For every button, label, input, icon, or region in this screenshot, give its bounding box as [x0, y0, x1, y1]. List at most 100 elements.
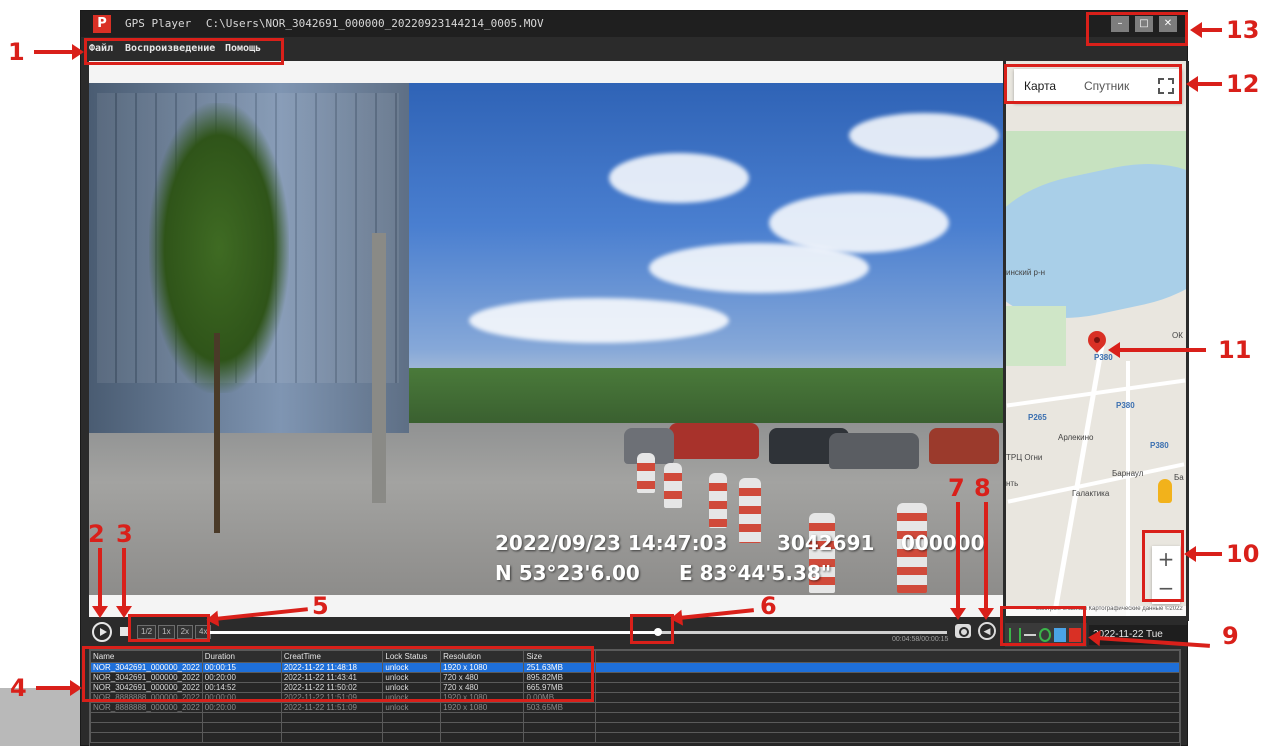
- annotation-label-5: 5: [312, 592, 329, 620]
- table-cell: 2022-11-22 11:51:09: [280, 702, 384, 713]
- table-cell-empty: [594, 692, 1180, 703]
- table-cell-empty: [440, 722, 525, 733]
- play-button[interactable]: [92, 622, 112, 642]
- table-cell-empty: [90, 732, 203, 743]
- map-label: Арлекино: [1058, 433, 1094, 442]
- table-cell-empty: [594, 702, 1180, 713]
- table-cell-empty: [594, 672, 1180, 683]
- app-logo-icon: P: [93, 15, 111, 33]
- bollard: [739, 478, 761, 543]
- seek-bar[interactable]: [207, 628, 947, 636]
- annotation-label-8: 8: [974, 474, 991, 502]
- table-cell-empty: [90, 712, 203, 723]
- app-name: GPS Player: [125, 17, 192, 30]
- annotation-arrow-8: [978, 502, 994, 620]
- annotation-arrow-11: [1108, 342, 1206, 358]
- annotation-arrow-1: [34, 44, 84, 60]
- map-label: P380: [1116, 401, 1135, 410]
- car: [829, 433, 919, 469]
- table-cell-empty: [594, 722, 1180, 733]
- annotation-label-10: 10: [1226, 540, 1260, 568]
- table-row-empty: [90, 722, 1180, 733]
- window-title: GPS Player C:\Users\NOR_3042691_000000_2…: [125, 17, 544, 30]
- annotation-label-2: 2: [88, 520, 105, 548]
- annotation-arrow-7: [950, 502, 966, 620]
- video-frame[interactable]: 2022/09/23 14:47:03 3042691 000000 N 53°…: [89, 83, 1003, 595]
- annotation-label-6: 6: [760, 592, 777, 620]
- annotation-box-12: [1004, 64, 1182, 104]
- annotation-arrow-12: [1186, 76, 1222, 92]
- annotation-box-1: [84, 38, 284, 65]
- map-road: [1052, 342, 1105, 615]
- bollard: [709, 473, 727, 528]
- pegman-icon[interactable]: [1158, 479, 1172, 503]
- table-cell-empty: [201, 722, 282, 733]
- table-cell-empty: [594, 682, 1180, 693]
- annotation-box-10: [1142, 530, 1184, 602]
- table-cell: 1920 x 1080: [440, 702, 525, 713]
- bollard: [664, 463, 682, 508]
- table-cell: 503.65MB: [523, 702, 596, 713]
- annotation-arrow-3: [116, 548, 132, 618]
- map-park-area: [1006, 306, 1066, 366]
- map-label: инский р-н: [1006, 268, 1046, 277]
- annotation-label-11: 11: [1218, 336, 1252, 364]
- annotation-arrow-4: [36, 680, 82, 696]
- map-road: [1126, 361, 1130, 616]
- video-panel: 2022/09/23 14:47:03 3042691 000000 N 53°…: [89, 61, 1003, 617]
- map-label: Барнаул: [1112, 469, 1144, 478]
- seek-progress-fill: [207, 631, 659, 634]
- table-cell-empty: [90, 722, 203, 733]
- map-label: Галактика: [1072, 489, 1110, 498]
- car: [669, 423, 759, 459]
- cloud: [849, 113, 999, 158]
- map-label: ОК: [1172, 331, 1183, 340]
- annotation-label-7: 7: [948, 474, 965, 502]
- gps-marker-icon[interactable]: [1084, 327, 1110, 353]
- car: [929, 428, 999, 464]
- title-bar: P GPS Player C:\Users\NOR_3042691_000000…: [81, 11, 1187, 37]
- table-cell-empty: [382, 732, 442, 743]
- table-cell: unlock: [382, 702, 442, 713]
- table-cell-empty: [201, 732, 282, 743]
- table-cell-empty: [382, 712, 442, 723]
- annotation-box-4: [82, 646, 594, 702]
- table-cell-empty: [382, 722, 442, 733]
- table-cell: 00:20:00: [201, 702, 282, 713]
- map-label: P380: [1150, 441, 1169, 450]
- table-cell-empty: [280, 732, 384, 743]
- table-cell-empty: [523, 712, 596, 723]
- cloud: [609, 153, 749, 203]
- lamp-pole: [372, 233, 386, 503]
- annotation-arrow-13: [1190, 22, 1222, 38]
- cloud: [649, 243, 869, 293]
- timecode: 00:04:58/00:00:15: [892, 636, 949, 643]
- annotation-label-13: 13: [1226, 16, 1260, 44]
- annotation-label-9: 9: [1222, 622, 1239, 650]
- table-cell-empty: [201, 712, 282, 723]
- table-cell-empty: [440, 712, 525, 723]
- table-cell-empty: [280, 722, 384, 733]
- table-cell: NOR_8888888_000000_2022: [90, 702, 203, 713]
- osd-device-id: 3042691: [777, 531, 875, 555]
- table-row[interactable]: NOR_8888888_000000_2022 00:20:00 2022-11-2…: [90, 702, 1180, 713]
- table-row-empty: [90, 712, 1180, 723]
- tree-trunk: [214, 333, 220, 533]
- map-label: Ба: [1174, 473, 1184, 482]
- table-cell-empty: [280, 712, 384, 723]
- osd-datetime: 2022/09/23 14:47:03: [495, 531, 728, 555]
- annotation-arrow-10: [1184, 546, 1222, 562]
- file-path: C:\Users\NOR_3042691_000000_202209231442…: [205, 17, 544, 30]
- map-label: нть: [1006, 479, 1019, 488]
- camera-icon[interactable]: [955, 624, 971, 638]
- annotation-box-9: [1000, 606, 1086, 646]
- playback-controls: 1/2 1x 2x 4x 00:04:58/00:00:15 ◀: [89, 619, 1003, 645]
- treeline: [409, 368, 1003, 423]
- table-cell-empty: [594, 662, 1180, 673]
- osd-longitude: E 83°44'5.38": [679, 561, 832, 585]
- osd-extra-code: 000000: [901, 531, 985, 555]
- table-cell-empty: [440, 732, 525, 743]
- cloud: [469, 298, 729, 343]
- bollard: [637, 453, 655, 493]
- volume-icon[interactable]: ◀: [978, 622, 996, 640]
